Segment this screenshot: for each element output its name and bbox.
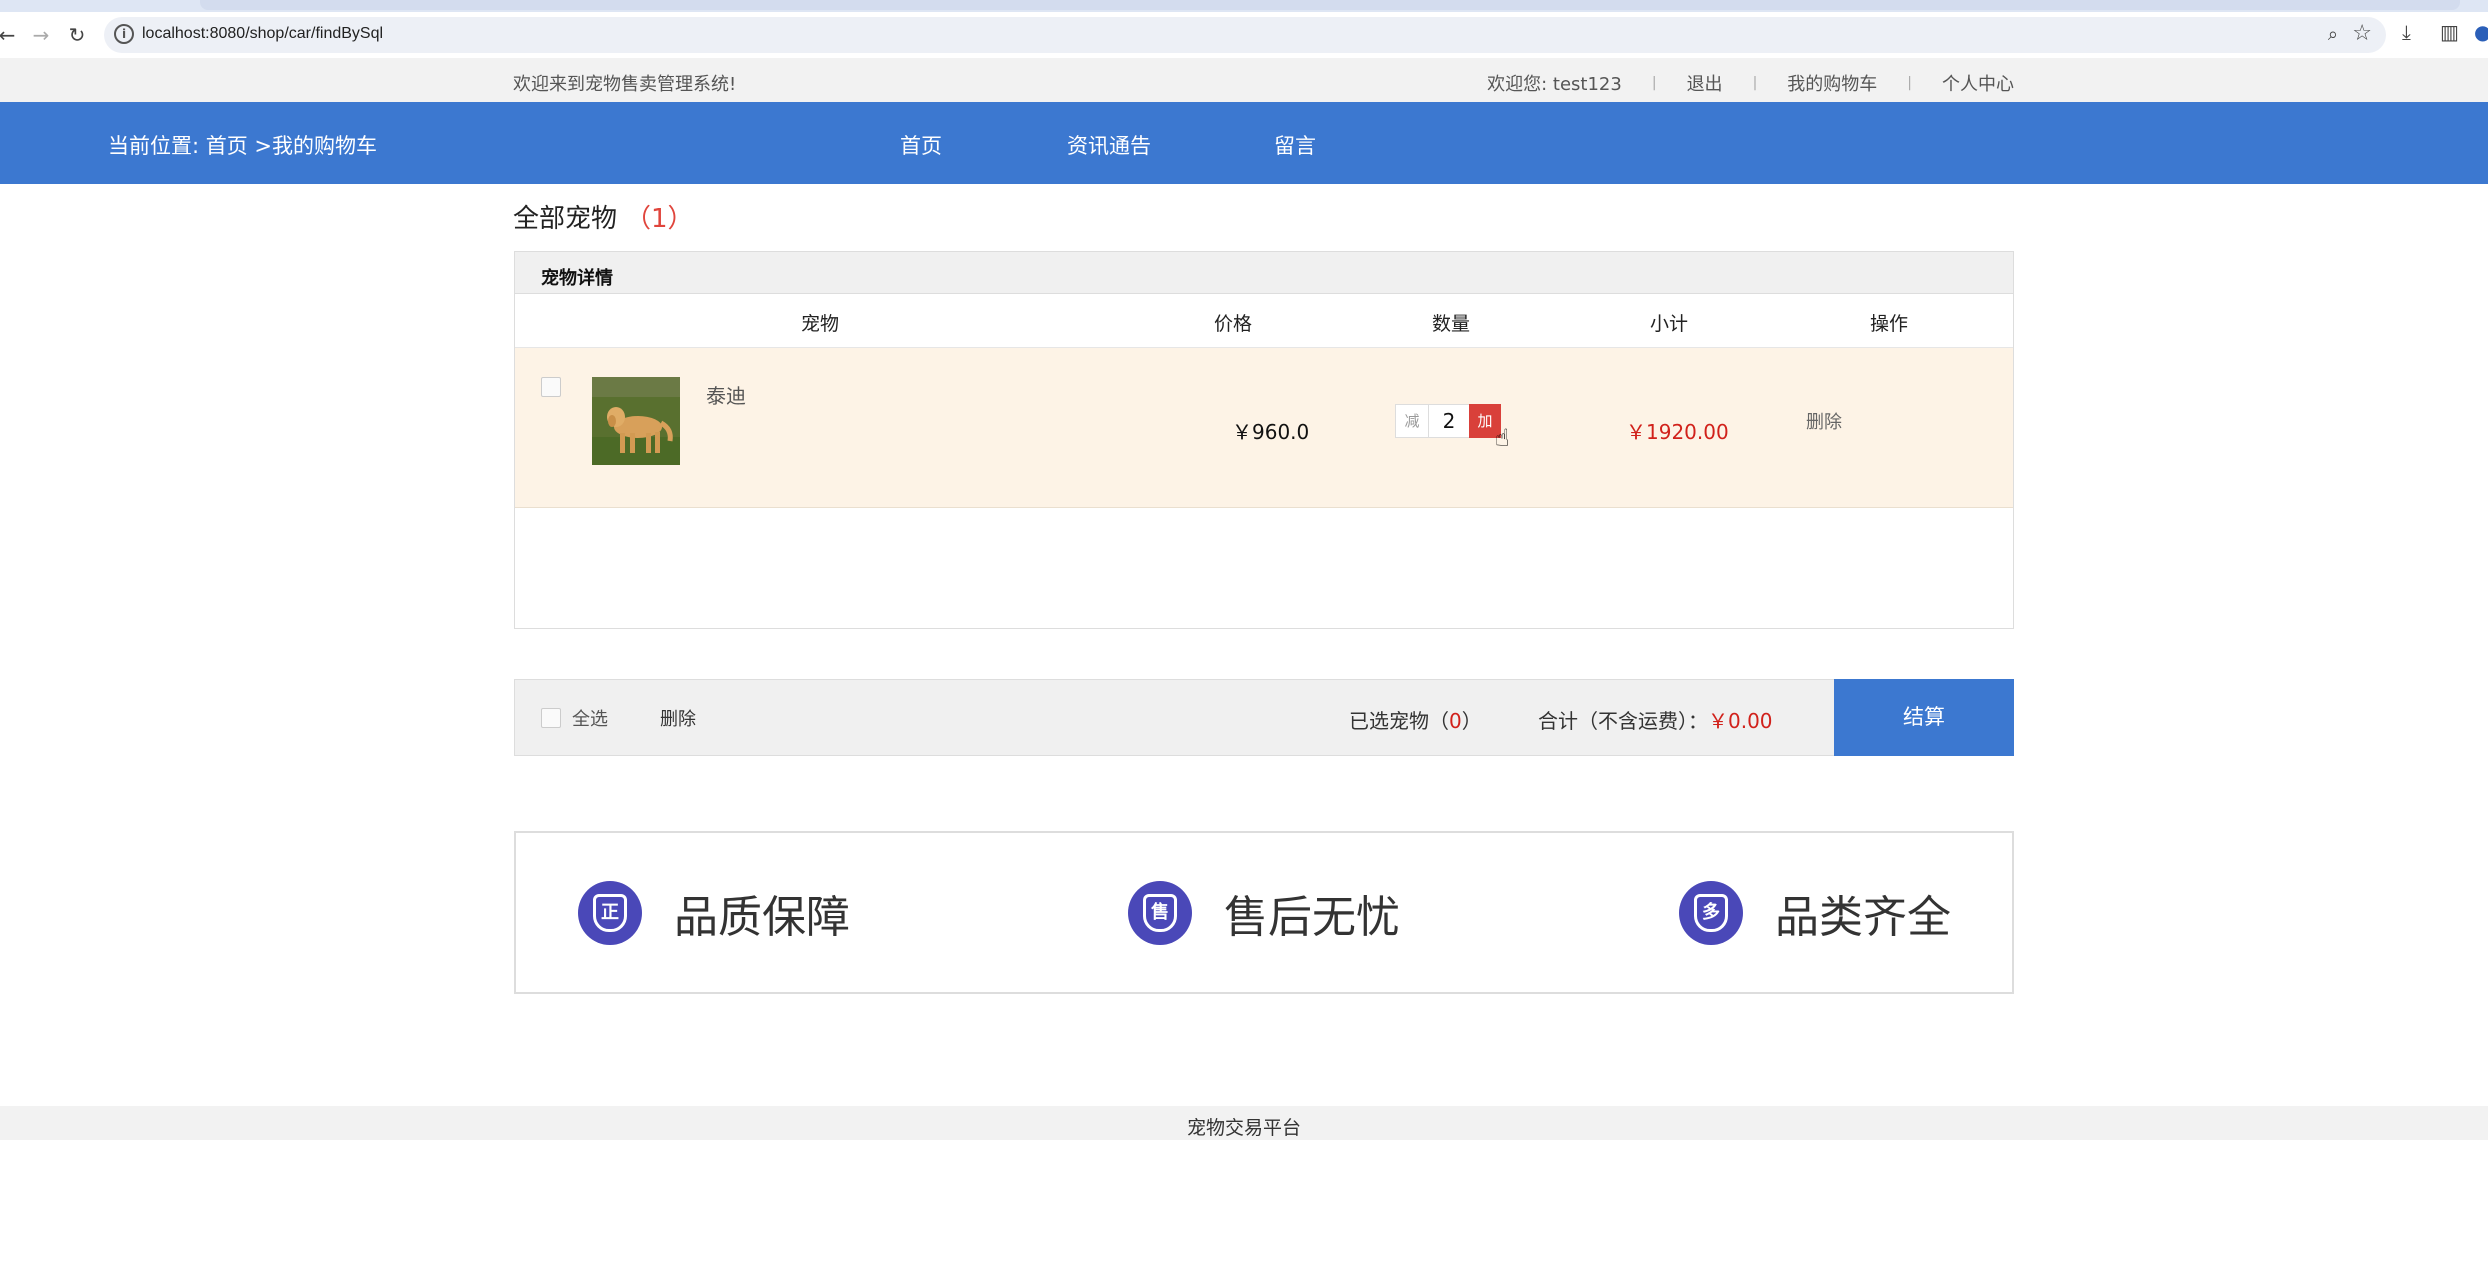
browser-toolbar: ← → ↻ i localhost:8080/shop/car/findBySq… (0, 12, 2488, 58)
logout-link[interactable]: 退出 (1687, 70, 1723, 96)
delete-selected-link[interactable]: 删除 (660, 705, 696, 731)
shield-badge-icon: 正 (578, 881, 642, 945)
item-price: ￥960.0 (1232, 420, 1310, 444)
total-label: 合计（不含运费）： (1538, 709, 1708, 733)
table-header: 宠物 价格 数量 小计 操作 (515, 294, 2013, 348)
selected-count: 已选宠物（0） (1349, 705, 1482, 734)
site-topbar: 欢迎来到宠物售卖管理系统! 欢迎您: test123 | 退出 | 我的购物车 … (0, 58, 2488, 102)
pet-name[interactable]: 泰迪 (706, 380, 746, 409)
select-all-checkbox[interactable] (541, 708, 561, 728)
user-greeting: 欢迎您: test123 (1487, 74, 1622, 95)
nav-home[interactable]: 首页 (900, 130, 942, 160)
forward-icon[interactable]: → (28, 22, 54, 48)
cart-count: （1） (625, 204, 694, 234)
main-header: 当前位置: 首页 >我的购物车 首页 资讯通告 留言 (0, 102, 2488, 184)
browser-tab-strip (0, 0, 2488, 12)
selected-count-value: 0 (1449, 709, 1462, 733)
badge-glyph: 正 (593, 894, 627, 932)
page-footer: 宠物交易平台 (0, 1106, 2488, 1140)
feature-text: 售后无忧 (1224, 892, 1400, 943)
my-cart-link[interactable]: 我的购物车 (1787, 70, 1877, 96)
column-header-pet: 宠物 (800, 313, 840, 335)
profile-icon[interactable]: ● (2474, 20, 2488, 44)
divider: | (1907, 75, 1912, 91)
selected-prefix: 已选宠物（ (1349, 709, 1449, 733)
section-header: 宠物详情 (515, 252, 2013, 294)
cart-table: 宠物详情 宠物 价格 数量 小计 操作 泰迪 ￥960.0 减 2 加 ￥192… (514, 251, 2014, 629)
column-header-price: 价格 (1213, 313, 1253, 335)
summary-bar: 全选 删除 已选宠物（0） 合计（不含运费）：￥0.00 结算 (514, 679, 2014, 756)
cart-title-text: 全部宠物 (513, 204, 618, 234)
bookmark-star-icon[interactable]: ☆ (2352, 21, 2372, 46)
column-header-quantity: 数量 (1431, 313, 1471, 335)
delete-item-link[interactable]: 删除 (1806, 408, 1842, 434)
shield-badge-icon: 多 (1679, 881, 1743, 945)
selected-suffix: ） (1461, 709, 1482, 733)
badge-glyph: 多 (1694, 894, 1728, 932)
cart-title: 全部宠物 （1） (513, 198, 694, 235)
nav-news[interactable]: 资讯通告 (1067, 130, 1151, 160)
zoom-icon[interactable]: ⌕ (2328, 24, 2338, 45)
quantity-input[interactable]: 2 (1429, 404, 1469, 438)
address-bar[interactable]: i localhost:8080/shop/car/findBySql ⌕ ☆ (104, 17, 2386, 53)
item-subtotal: ￥1920.00 (1626, 420, 1729, 444)
divider: | (1752, 75, 1758, 91)
browser-tab-strip-bar (200, 0, 2460, 10)
total: 合计（不含运费）：￥0.00 (1538, 705, 1773, 734)
decrease-button[interactable]: 减 (1395, 404, 1429, 438)
feature-quality: 正 品质保障 (578, 881, 850, 945)
side-panel-icon[interactable]: ▥ (2440, 20, 2459, 44)
reload-icon[interactable]: ↻ (64, 22, 90, 48)
select-all-label[interactable]: 全选 (572, 705, 608, 731)
breadcrumb: 当前位置: 首页 >我的购物车 (108, 134, 378, 158)
user-links: 欢迎您: test123 | 退出 | 我的购物车 | 个人中心 (1487, 70, 2014, 96)
feature-after-sales: 售 售后无忧 (1128, 881, 1400, 945)
item-checkbox[interactable] (541, 377, 561, 397)
feature-text: 品类齐全 (1775, 892, 1951, 943)
nav-messages[interactable]: 留言 (1274, 130, 1316, 160)
checkout-button[interactable]: 结算 (1834, 679, 2014, 756)
url-text[interactable]: localhost:8080/shop/car/findBySql (142, 25, 383, 43)
back-icon[interactable]: ← (0, 22, 20, 48)
shield-badge-icon: 售 (1128, 881, 1192, 945)
pet-image[interactable] (592, 377, 680, 465)
feature-variety: 多 品类齐全 (1679, 881, 1951, 945)
personal-center-link[interactable]: 个人中心 (1942, 70, 2014, 96)
features-banner: 正 品质保障 售 售后无忧 多 品类齐全 (514, 831, 2014, 994)
column-header-subtotal: 小计 (1649, 313, 1689, 335)
quantity-stepper: 减 2 加 (1395, 404, 1501, 438)
download-icon[interactable]: ⤓ (2402, 20, 2411, 44)
pointer-cursor-icon: ☝ (1495, 424, 1510, 452)
dog-photo (592, 377, 680, 465)
welcome-text: 欢迎来到宠物售卖管理系统! (513, 74, 737, 95)
site-info-icon[interactable]: i (114, 24, 134, 44)
total-value: ￥0.00 (1708, 709, 1773, 733)
cart-item-row: 泰迪 ￥960.0 减 2 加 ￥1920.00 删除 (515, 348, 2013, 508)
badge-glyph: 售 (1143, 894, 1177, 932)
feature-text: 品质保障 (674, 892, 850, 943)
divider: | (1651, 75, 1657, 91)
column-header-actions: 操作 (1869, 313, 1909, 335)
